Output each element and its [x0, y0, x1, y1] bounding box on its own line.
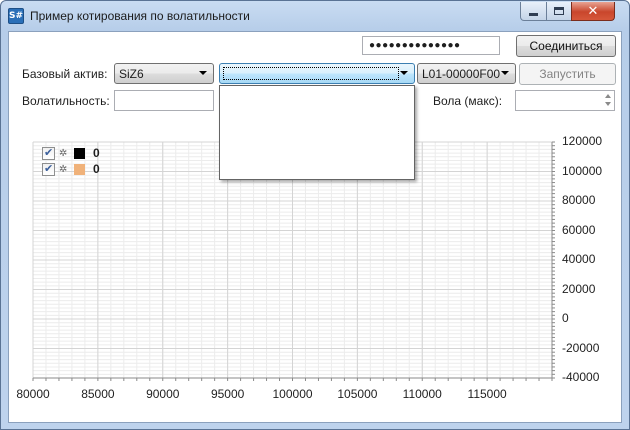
minimize-icon: [529, 12, 538, 16]
close-button[interactable]: ✕: [571, 2, 615, 21]
password-field[interactable]: ●●●●●●●●●●●●●●: [362, 36, 500, 55]
connect-button[interactable]: Соединиться: [516, 35, 616, 57]
y-tick-label: 100000: [562, 163, 603, 178]
y-tick-label: 40000: [562, 252, 596, 266]
x-tick-label: 115000: [467, 387, 507, 401]
x-tick-label: 90000: [146, 387, 180, 401]
y-tick-label: 80000: [562, 193, 596, 207]
close-icon: ✕: [587, 3, 599, 19]
chevron-down-icon: [199, 71, 207, 75]
maximize-icon: [554, 7, 564, 15]
app-icon: S#: [8, 8, 24, 24]
series-checkbox[interactable]: [42, 162, 55, 176]
chevron-down-icon: [400, 71, 408, 75]
title-bar[interactable]: S# Пример котирования по волатильности ✕: [1, 1, 629, 31]
start-button[interactable]: Запустить: [519, 63, 616, 85]
x-tick-label: 105000: [337, 387, 378, 401]
y-tick-label: 0: [562, 311, 569, 325]
legend-value: 0: [93, 146, 100, 160]
y-tick-label: -40000: [562, 370, 600, 384]
x-tick-label: 95000: [210, 387, 245, 401]
y-tick-label: 120000: [562, 134, 603, 148]
x-tick-label: 100000: [272, 387, 313, 401]
vol-max-label: Вола (макс):: [433, 94, 503, 108]
base-asset-value: SiZ6: [119, 66, 144, 81]
focus-rect: [223, 67, 399, 80]
y-tick-label: 60000: [562, 222, 596, 237]
chevron-down-icon: [501, 71, 509, 75]
legend-item: ✲ 0: [42, 146, 100, 160]
vol-max-spinner[interactable]: [515, 90, 615, 111]
x-tick-label: 85000: [81, 387, 115, 401]
x-tick-label: 110000: [402, 387, 442, 401]
maximize-button[interactable]: [546, 2, 572, 21]
option-select[interactable]: [219, 63, 415, 84]
series-color-swatch: [74, 147, 85, 159]
x-tick-label: 80000: [16, 387, 50, 401]
base-asset-select[interactable]: SiZ6: [114, 63, 214, 84]
spin-up-icon[interactable]: [605, 94, 611, 98]
series-color-swatch: [74, 163, 85, 175]
base-asset-label: Базовый актив:: [22, 67, 108, 81]
legend-item: ✲ 0: [42, 162, 100, 176]
minimize-button[interactable]: [520, 2, 547, 21]
volatility-input[interactable]: [114, 90, 214, 111]
legend-value: 0: [93, 162, 100, 176]
series-checkbox[interactable]: [42, 146, 55, 160]
gear-icon[interactable]: ✲: [59, 148, 71, 159]
y-tick-label: -20000: [562, 340, 600, 355]
portfolio-value: L01-00000F00: [422, 66, 501, 81]
y-tick-label: 20000: [562, 281, 596, 296]
spin-down-icon[interactable]: [605, 102, 611, 106]
volatility-label: Волатильность:: [22, 94, 110, 108]
portfolio-select[interactable]: L01-00000F00: [417, 63, 516, 84]
option-dropdown-list[interactable]: [219, 85, 415, 180]
gear-icon[interactable]: ✲: [59, 164, 71, 175]
window-title: Пример котирования по волатильности: [30, 9, 250, 23]
